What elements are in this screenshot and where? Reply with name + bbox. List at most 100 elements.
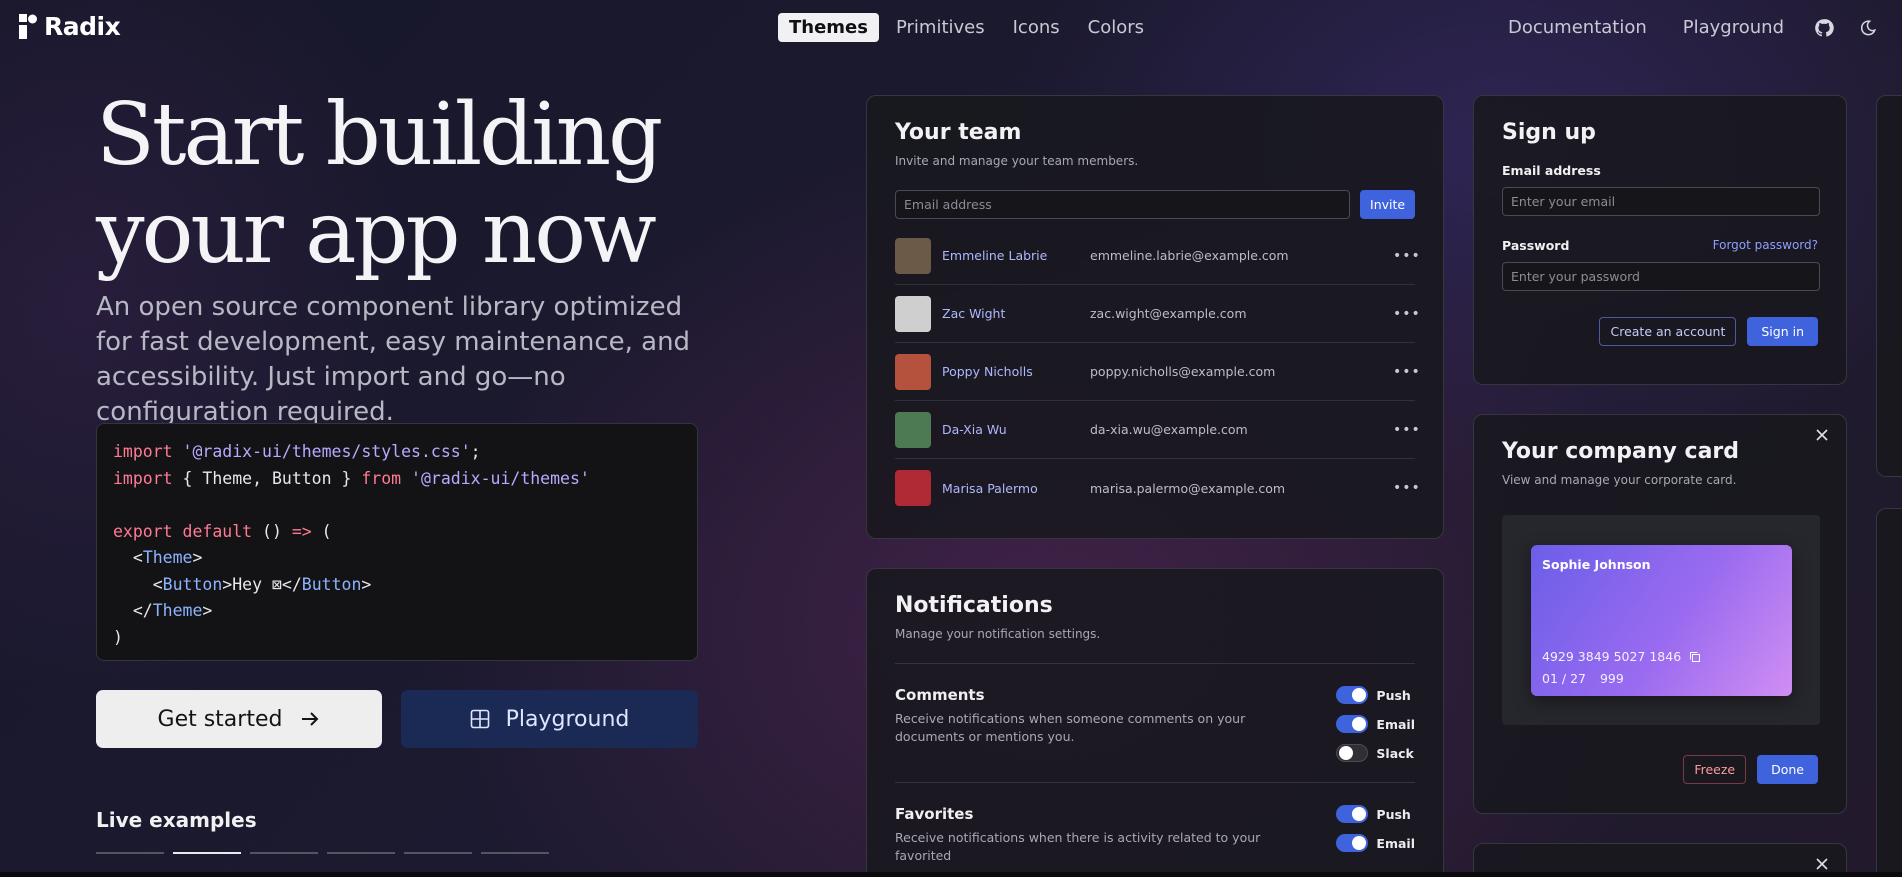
card-holder: Sophie Johnson bbox=[1542, 557, 1651, 572]
done-button[interactable]: Done bbox=[1757, 755, 1818, 784]
live-example-tab[interactable] bbox=[250, 852, 318, 854]
code-snippet: import '@radix-ui/themes/styles.css'; im… bbox=[96, 423, 698, 661]
password-label-row: Password Forgot password? bbox=[1502, 238, 1818, 253]
email-switch[interactable] bbox=[1336, 834, 1369, 852]
invite-button[interactable]: Invite bbox=[1360, 190, 1415, 219]
live-example-tab[interactable] bbox=[96, 852, 164, 854]
theme-toggle-icon[interactable] bbox=[1854, 14, 1882, 42]
member-row: Marisa Palermo marisa.palermo@example.co… bbox=[895, 459, 1420, 517]
github-icon[interactable] bbox=[1810, 14, 1838, 42]
brand-name: Radix bbox=[44, 12, 121, 41]
nav-documentation[interactable]: Documentation bbox=[1498, 13, 1657, 42]
code-token: Hey bbox=[232, 574, 272, 594]
sign-in-button[interactable]: Sign in bbox=[1747, 317, 1818, 346]
code-token: { Theme, Button } bbox=[172, 468, 362, 488]
offscreen-card bbox=[1876, 508, 1902, 877]
signup-email-input[interactable] bbox=[1502, 187, 1820, 216]
live-example-tab[interactable] bbox=[173, 852, 241, 854]
more-options-icon[interactable]: ••• bbox=[1393, 248, 1420, 264]
password-label: Password bbox=[1502, 238, 1570, 253]
nav-themes[interactable]: Themes bbox=[778, 13, 879, 42]
email-switch[interactable] bbox=[1336, 715, 1369, 733]
company-desc: View and manage your corporate card. bbox=[1502, 473, 1737, 487]
toggle-label: Push bbox=[1376, 806, 1411, 822]
card-expiry-row: 01 / 27 999 bbox=[1542, 671, 1624, 686]
member-name[interactable]: Da-Xia Wu bbox=[942, 422, 1090, 437]
grid-icon bbox=[470, 709, 489, 729]
live-example-tab[interactable] bbox=[481, 852, 549, 854]
get-started-button[interactable]: Get started bbox=[96, 690, 382, 748]
taskbar-strip bbox=[0, 872, 1902, 877]
toggle-list: Push Email Slack bbox=[1336, 686, 1415, 762]
member-email: marisa.palermo@example.com bbox=[1090, 480, 1286, 496]
more-options-icon[interactable]: ••• bbox=[1393, 422, 1420, 438]
member-name[interactable]: Zac Wight bbox=[942, 306, 1090, 321]
code-token: () bbox=[252, 521, 292, 541]
nav-secondary: Documentation Playground bbox=[1498, 13, 1882, 42]
radix-logo[interactable]: Radix bbox=[18, 12, 121, 41]
email-label: Email address bbox=[1502, 163, 1601, 178]
member-name[interactable]: Emmeline Labrie bbox=[942, 248, 1090, 263]
signup-card: Sign up Email address Password Forgot pa… bbox=[1473, 95, 1847, 385]
company-card: Your company card View and manage your c… bbox=[1473, 414, 1847, 814]
nav-colors[interactable]: Colors bbox=[1077, 13, 1155, 42]
nav-playground[interactable]: Playground bbox=[1673, 13, 1794, 42]
live-example-tab[interactable] bbox=[404, 852, 472, 854]
hero-subtitle: An open source component library optimiz… bbox=[96, 292, 691, 427]
copy-icon[interactable] bbox=[1689, 651, 1701, 663]
invite-email-input[interactable] bbox=[895, 190, 1351, 219]
team-desc: Invite and manage your team members. bbox=[895, 154, 1139, 168]
offscreen-card bbox=[1876, 95, 1902, 477]
notifications-desc: Manage your notification settings. bbox=[895, 627, 1101, 641]
more-options-icon[interactable]: ••• bbox=[1393, 364, 1420, 380]
card-cvc: 999 bbox=[1599, 671, 1624, 686]
push-switch[interactable] bbox=[1336, 686, 1369, 704]
card-preview-area: Sophie Johnson 4929 3849 5027 1846 01 / … bbox=[1502, 515, 1820, 725]
group-text: Receive notifications when someone comme… bbox=[895, 711, 1246, 744]
hero-title-line2: your app now bbox=[96, 183, 657, 283]
nav-icons[interactable]: Icons bbox=[1002, 13, 1071, 42]
member-row: Emmeline Labrie emmeline.labrie@example.… bbox=[895, 227, 1420, 285]
member-row: Poppy Nicholls poppy.nicholls@example.co… bbox=[895, 343, 1420, 401]
member-name[interactable]: Poppy Nicholls bbox=[942, 364, 1090, 379]
group-text: Receive notifications when there is acti… bbox=[895, 830, 1261, 863]
member-email: emmeline.labrie@example.com bbox=[1090, 248, 1289, 263]
signup-actions: Create an account Sign in bbox=[1502, 317, 1818, 346]
live-example-tab[interactable] bbox=[327, 852, 395, 854]
nav-primitives[interactable]: Primitives bbox=[885, 13, 996, 42]
member-name[interactable]: Marisa Palermo bbox=[942, 481, 1090, 496]
live-examples-tabs bbox=[96, 852, 549, 854]
code-token: ; bbox=[470, 442, 481, 461]
member-row: Da-Xia Wu da-xia.wu@example.com ••• bbox=[895, 401, 1420, 459]
radix-logo-icon bbox=[19, 14, 37, 39]
avatar bbox=[895, 470, 931, 506]
slack-switch[interactable] bbox=[1336, 744, 1369, 762]
code-token: import bbox=[113, 468, 173, 488]
code-token: from bbox=[361, 468, 402, 488]
invite-row: Invite bbox=[895, 190, 1415, 219]
more-options-icon[interactable]: ••• bbox=[1393, 306, 1420, 322]
notifications-title: Notifications bbox=[895, 593, 1053, 618]
card-number: 4929 3849 5027 1846 bbox=[1542, 649, 1682, 664]
member-email: poppy.nicholls@example.com bbox=[1090, 364, 1276, 379]
code-token: Theme bbox=[142, 548, 193, 567]
hero-title: Start building your app now bbox=[96, 86, 796, 282]
more-options-icon[interactable]: ••• bbox=[1393, 480, 1420, 496]
forgot-password-link[interactable]: Forgot password? bbox=[1713, 238, 1818, 253]
playground-button[interactable]: Playground bbox=[401, 690, 698, 748]
group-title: Favorites bbox=[895, 805, 974, 823]
toggle-label: Slack bbox=[1376, 745, 1414, 761]
card-number-row: 4929 3849 5027 1846 bbox=[1542, 649, 1701, 664]
avatar bbox=[895, 411, 931, 448]
close-icon[interactable] bbox=[1812, 854, 1832, 874]
push-switch[interactable] bbox=[1336, 805, 1369, 823]
close-icon[interactable] bbox=[1812, 425, 1832, 445]
notifications-card: Notifications Manage your notification s… bbox=[866, 568, 1444, 877]
member-list: Emmeline Labrie emmeline.labrie@example.… bbox=[895, 227, 1420, 517]
signup-password-input[interactable] bbox=[1502, 262, 1820, 291]
create-account-button[interactable]: Create an account bbox=[1599, 317, 1737, 346]
code-token: Button bbox=[162, 574, 223, 594]
freeze-button[interactable]: Freeze bbox=[1683, 755, 1747, 784]
code-token: ( bbox=[311, 521, 332, 541]
top-nav: Radix Themes Primitives Icons Colors Doc… bbox=[0, 0, 1902, 54]
